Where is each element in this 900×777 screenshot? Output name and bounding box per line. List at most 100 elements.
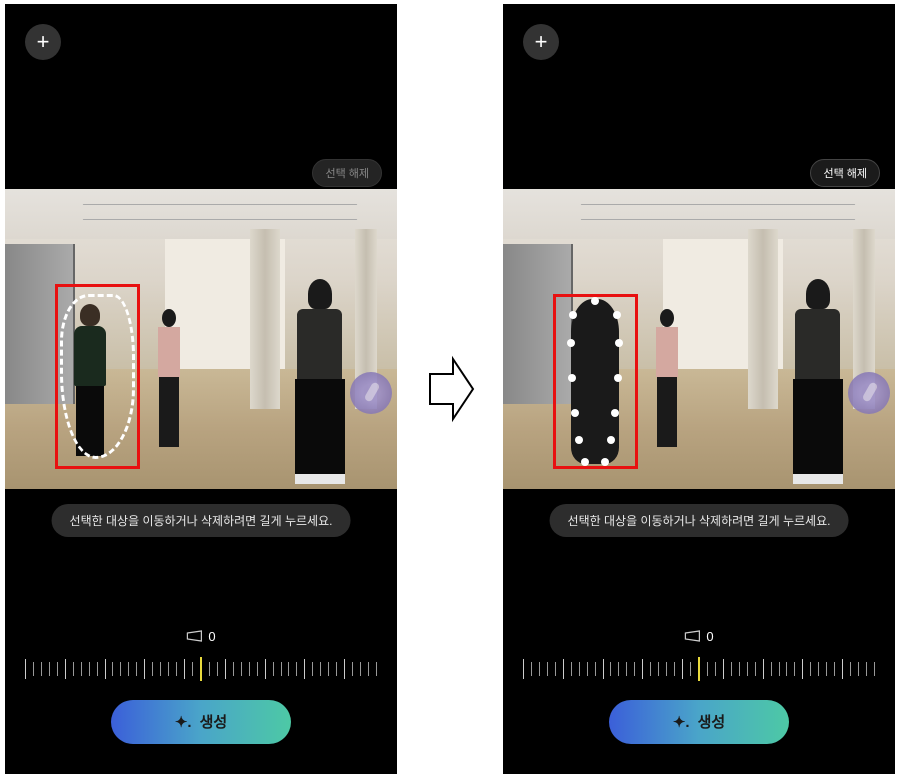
- ruler-tick: [273, 662, 274, 676]
- ruler-tick: [352, 662, 353, 676]
- angle-value: 0: [208, 629, 215, 644]
- ruler-tick: [715, 662, 716, 676]
- ruler-tick: [707, 662, 708, 676]
- ruler-tick: [57, 662, 58, 676]
- scene-column: [748, 229, 778, 409]
- add-button[interactable]: +: [25, 24, 61, 60]
- image-canvas[interactable]: [5, 189, 397, 489]
- ruler-tick: [233, 662, 234, 676]
- deselect-button[interactable]: 선택 해제: [810, 159, 880, 187]
- ruler-tick: [112, 662, 113, 676]
- ruler-tick: [128, 662, 129, 676]
- angle-value: 0: [706, 629, 713, 644]
- ruler-tick: [241, 662, 242, 676]
- ruler-tick: [763, 659, 764, 679]
- hint-tooltip: 선택한 대상을 이동하거나 삭제하려면 길게 누르세요.: [52, 504, 351, 537]
- ruler-tick: [539, 662, 540, 676]
- ruler-tick: [587, 662, 588, 676]
- scene-person-middle: [155, 309, 183, 449]
- perspective-icon: [684, 630, 700, 642]
- ruler-tick: [794, 662, 795, 676]
- ruler-tick: [360, 662, 361, 676]
- ruler-tick: [786, 662, 787, 676]
- ruler-tick: [97, 662, 98, 676]
- ruler-tick: [826, 662, 827, 676]
- ruler-tick: [328, 662, 329, 676]
- scene-column: [250, 229, 280, 409]
- ruler-tick: [25, 659, 26, 679]
- perspective-icon: [186, 630, 202, 642]
- ruler-tick: [642, 659, 643, 679]
- ruler-tick: [747, 662, 748, 676]
- filled-selection-mask[interactable]: [571, 299, 619, 464]
- ruler-tick: [304, 659, 305, 679]
- ruler-tick: [192, 662, 193, 676]
- ruler-tick: [225, 659, 226, 679]
- ruler-tick: [618, 662, 619, 676]
- scene-ceiling: [5, 189, 397, 239]
- ruler-tick: [723, 659, 724, 679]
- plus-icon: +: [37, 29, 50, 55]
- ruler-tick: [160, 662, 161, 676]
- ruler-tick: [666, 662, 667, 676]
- ruler-tick: [200, 657, 202, 681]
- ruler-tick: [739, 662, 740, 676]
- plus-icon: +: [535, 29, 548, 55]
- ruler-tick: [563, 659, 564, 679]
- hint-text: 선택한 대상을 이동하거나 삭제하려면 길게 누르세요.: [70, 514, 333, 528]
- ruler-tick: [674, 662, 675, 676]
- ruler-tick: [89, 662, 90, 676]
- ruler-tick: [698, 657, 700, 681]
- scene-ceiling: [503, 189, 895, 239]
- top-bar: +: [523, 24, 875, 60]
- ruler-tick: [690, 662, 691, 676]
- ruler-tick: [209, 662, 210, 676]
- image-canvas[interactable]: [503, 189, 895, 489]
- ruler-tick: [610, 662, 611, 676]
- ruler-tick: [874, 662, 875, 676]
- rotation-ruler[interactable]: [25, 654, 377, 684]
- add-button[interactable]: +: [523, 24, 559, 60]
- ruler-tick: [810, 662, 811, 676]
- generate-label: 생성: [200, 711, 228, 732]
- ruler-tick: [603, 659, 604, 679]
- ruler-tick: [682, 659, 683, 679]
- phone-screen-after: + 선택 해제: [503, 4, 895, 774]
- ruler-tick: [626, 662, 627, 676]
- hint-tooltip: 선택한 대상을 이동하거나 삭제하려면 길게 누르세요.: [550, 504, 849, 537]
- ruler-tick: [152, 662, 153, 676]
- ruler-tick: [866, 662, 867, 676]
- ruler-tick: [176, 662, 177, 676]
- sparkle-icon: ✦.: [175, 713, 192, 731]
- ruler-tick: [217, 662, 218, 676]
- ruler-tick: [73, 662, 74, 676]
- ruler-tick: [320, 662, 321, 676]
- ruler-tick: [136, 662, 137, 676]
- ruler-tick: [858, 662, 859, 676]
- ruler-tick: [779, 662, 780, 676]
- deselect-label: 선택 해제: [823, 168, 867, 180]
- hint-text: 선택한 대상을 이동하거나 삭제하려면 길게 누르세요.: [568, 514, 831, 528]
- deselect-button[interactable]: 선택 해제: [312, 159, 382, 187]
- ruler-tick: [834, 662, 835, 676]
- ruler-tick: [281, 662, 282, 676]
- ruler-tick: [755, 662, 756, 676]
- assist-circle-icon[interactable]: [350, 372, 392, 414]
- scene-person-middle: [653, 309, 681, 449]
- ruler-tick: [184, 659, 185, 679]
- ruler-tick: [531, 662, 532, 676]
- generate-button[interactable]: ✦. 생성: [609, 700, 789, 744]
- generate-button[interactable]: ✦. 생성: [111, 700, 291, 744]
- assist-circle-icon[interactable]: [848, 372, 890, 414]
- ruler-tick: [288, 662, 289, 676]
- ruler-tick: [312, 662, 313, 676]
- lasso-selection-outline[interactable]: [60, 294, 135, 459]
- angle-indicator: 0: [186, 629, 215, 644]
- ruler-tick: [850, 662, 851, 676]
- generate-label: 생성: [698, 711, 726, 732]
- ruler-tick: [33, 662, 34, 676]
- ruler-tick: [571, 662, 572, 676]
- ruler-tick: [41, 662, 42, 676]
- phone-screen-before: + 선택 해제 선택한 대상을 이동하거나 삭제하려면 길게 누르세요. 0: [5, 4, 397, 774]
- rotation-ruler[interactable]: [523, 654, 875, 684]
